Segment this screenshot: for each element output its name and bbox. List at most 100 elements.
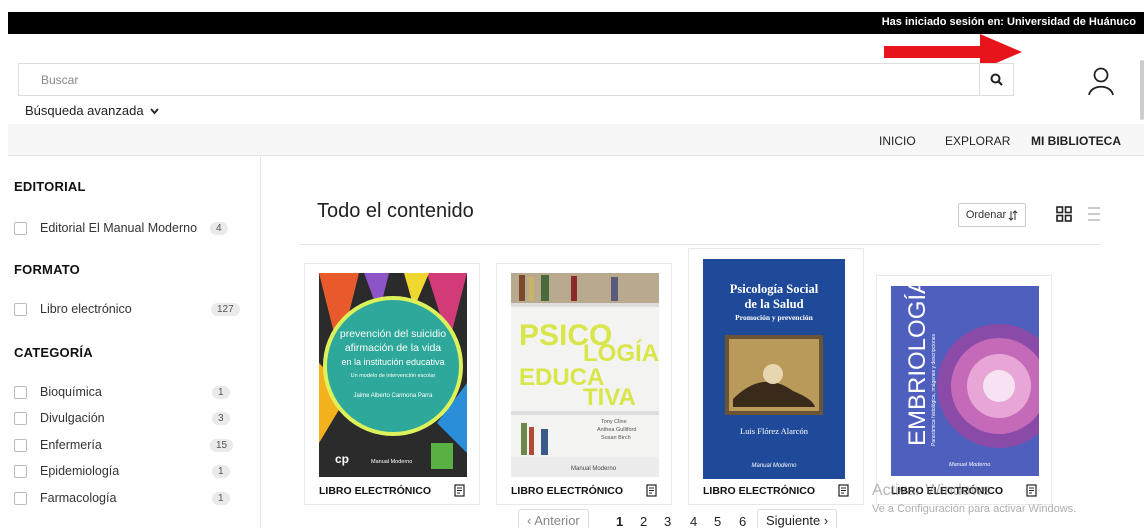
page-2[interactable]: 2: [640, 514, 647, 528]
search-input[interactable]: [19, 64, 981, 95]
advanced-search-toggle[interactable]: Búsqueda avanzada: [25, 103, 159, 118]
cover-title: EMBRIOLOGÍA: [904, 286, 931, 446]
checkbox[interactable]: [14, 222, 27, 235]
facet-label: Farmacología: [40, 491, 117, 505]
windows-watermark-subtitle: Ve a Configuración para activar Windows.: [872, 503, 1077, 515]
facet-label: Bioquímica: [40, 385, 102, 399]
checkbox[interactable]: [14, 492, 27, 505]
advanced-search-label: Búsqueda avanzada: [25, 103, 144, 118]
cover-publisher: Manual Moderno: [751, 463, 797, 469]
cover-subtitle: Promoción y prevención: [735, 313, 813, 322]
sort-button[interactable]: Ordenar: [958, 203, 1026, 227]
search-box: [18, 63, 1014, 96]
book-card[interactable]: EMBRIOLOGÍA Panorámica histológica, imág…: [876, 275, 1052, 505]
facet-item-farmacologia[interactable]: Farmacología 1: [14, 490, 234, 508]
cover-line: en la institución educativa: [341, 357, 444, 367]
facet-count: 15: [210, 439, 234, 452]
page-3[interactable]: 3: [664, 514, 671, 528]
book-type-label: LIBRO ELECTRÓNICO: [703, 485, 815, 497]
cover-author: Jaime Alberto Carmona Parra: [353, 393, 433, 399]
page-1[interactable]: 1: [616, 514, 623, 528]
nav-inicio[interactable]: INICIO: [879, 134, 916, 148]
facet-count: 1: [212, 386, 230, 399]
main-navbar: INICIO EXPLORAR MI BIBLIOTECA: [8, 124, 1144, 156]
book-card[interactable]: PSICO LOGÍA EDUCA TIVA Tony Cline Anthea…: [496, 263, 672, 505]
prev-label: Anterior: [534, 513, 580, 528]
checkbox[interactable]: [14, 303, 27, 316]
facet-item-editorial[interactable]: Editorial El Manual Moderno 4: [14, 220, 234, 238]
document-icon: [838, 484, 849, 497]
cover-publisher: Manual Moderno: [571, 466, 617, 472]
chevron-right-icon: ›: [820, 513, 829, 528]
cover-author: Luis Flórez Alarcón: [740, 426, 809, 436]
cover-line: LOGÍA: [583, 339, 659, 367]
svg-text:Psicología Social: Psicología Social: [730, 282, 819, 296]
nav-mi-biblioteca[interactable]: MI BIBLIOTECA: [1031, 134, 1121, 148]
book-cover-image: PSICO LOGÍA EDUCA TIVA Tony Cline Anthea…: [511, 273, 659, 477]
facet-count: 127: [211, 303, 240, 316]
page-title: Todo el contenido: [317, 200, 474, 222]
facet-item-epidemiologia[interactable]: Epidemiología 1: [14, 463, 234, 481]
facet-item-bioquimica[interactable]: Bioquímica 1: [14, 384, 234, 402]
facet-label: Editorial El Manual Moderno: [40, 221, 198, 235]
user-icon[interactable]: [1084, 64, 1118, 98]
pagination-prev[interactable]: ‹ Anterior: [518, 509, 589, 528]
svg-text:Susan Birch: Susan Birch: [601, 435, 631, 441]
chevron-down-icon: [150, 108, 159, 115]
pagination-next[interactable]: Siguiente ›: [757, 509, 838, 528]
nav-explorar[interactable]: EXPLORAR: [945, 134, 1010, 148]
facet-title-categoria: CATEGORÍA: [14, 345, 93, 360]
facet-count: 1: [212, 465, 230, 478]
sort-label: Ordenar: [965, 209, 1007, 221]
book-cover-image: EMBRIOLOGÍA Panorámica histológica, imág…: [891, 286, 1039, 476]
cover-line: afirmación de la vida: [345, 342, 441, 354]
page-4[interactable]: 4: [690, 514, 697, 528]
cover-publisher: Manual Moderno: [371, 459, 412, 465]
sort-icon: [1008, 209, 1018, 221]
search-button[interactable]: [979, 64, 1013, 95]
svg-text:cp: cp: [335, 452, 349, 466]
facet-count: 4: [210, 222, 228, 235]
checkbox[interactable]: [14, 465, 27, 478]
checkbox[interactable]: [14, 439, 27, 452]
top-bar: Has iniciado sesión en: Universidad de H…: [8, 12, 1144, 34]
header-divider: [300, 244, 1100, 245]
facet-title-formato: FORMATO: [14, 262, 80, 277]
facet-label: Divulgación: [40, 411, 105, 425]
document-icon: [646, 484, 657, 497]
book-type-label: LIBRO ELECTRÓNICO: [319, 485, 431, 497]
page-5[interactable]: 5: [714, 514, 721, 528]
svg-text:Anthea Gulliford: Anthea Gulliford: [597, 427, 636, 433]
document-icon: [1026, 484, 1037, 497]
page-6[interactable]: 6: [739, 514, 746, 528]
facet-label: Enfermería: [40, 438, 102, 452]
cover-subtitle: Un modelo de intervención escolar: [351, 373, 436, 379]
cover-line: TIVA: [583, 384, 636, 411]
svg-text:Tony Cline: Tony Cline: [601, 419, 627, 425]
next-label: Siguiente: [766, 513, 821, 528]
grid-view-icon[interactable]: [1056, 206, 1072, 222]
facet-label: Epidemiología: [40, 464, 120, 478]
cover-publisher: Manual Moderno: [949, 462, 990, 468]
svg-text:de la Salud: de la Salud: [744, 297, 803, 311]
list-view-icon[interactable]: [1087, 206, 1101, 222]
book-type-label: LIBRO ELECTRÓNICO: [511, 485, 623, 497]
facet-count: 1: [212, 492, 230, 505]
book-card[interactable]: prevención del suicidio afirmación de la…: [304, 263, 480, 505]
scrollbar[interactable]: [1140, 60, 1144, 120]
book-cover-image: prevención del suicidio afirmación de la…: [319, 273, 467, 477]
facet-title-editorial: EDITORIAL: [14, 179, 86, 194]
session-text: Has iniciado sesión en: Universidad de H…: [881, 16, 1136, 28]
checkbox[interactable]: [14, 386, 27, 399]
windows-watermark-title: Activar Windows: [872, 482, 991, 499]
checkbox[interactable]: [14, 412, 27, 425]
facet-item-enfermeria[interactable]: Enfermería 15: [14, 437, 234, 455]
facet-count: 3: [212, 412, 230, 425]
facet-label: Libro electrónico: [40, 302, 132, 316]
book-cover-image: Psicología Social de la Salud Promoción …: [703, 259, 845, 479]
facet-item-divulgacion[interactable]: Divulgación 3: [14, 410, 234, 428]
book-card[interactable]: Psicología Social de la Salud Promoción …: [688, 248, 864, 505]
filter-sidebar: EDITORIAL Editorial El Manual Moderno 4 …: [8, 157, 261, 528]
facet-item-formato[interactable]: Libro electrónico 127: [14, 301, 240, 319]
cover-line: prevención del suicidio: [340, 328, 446, 340]
